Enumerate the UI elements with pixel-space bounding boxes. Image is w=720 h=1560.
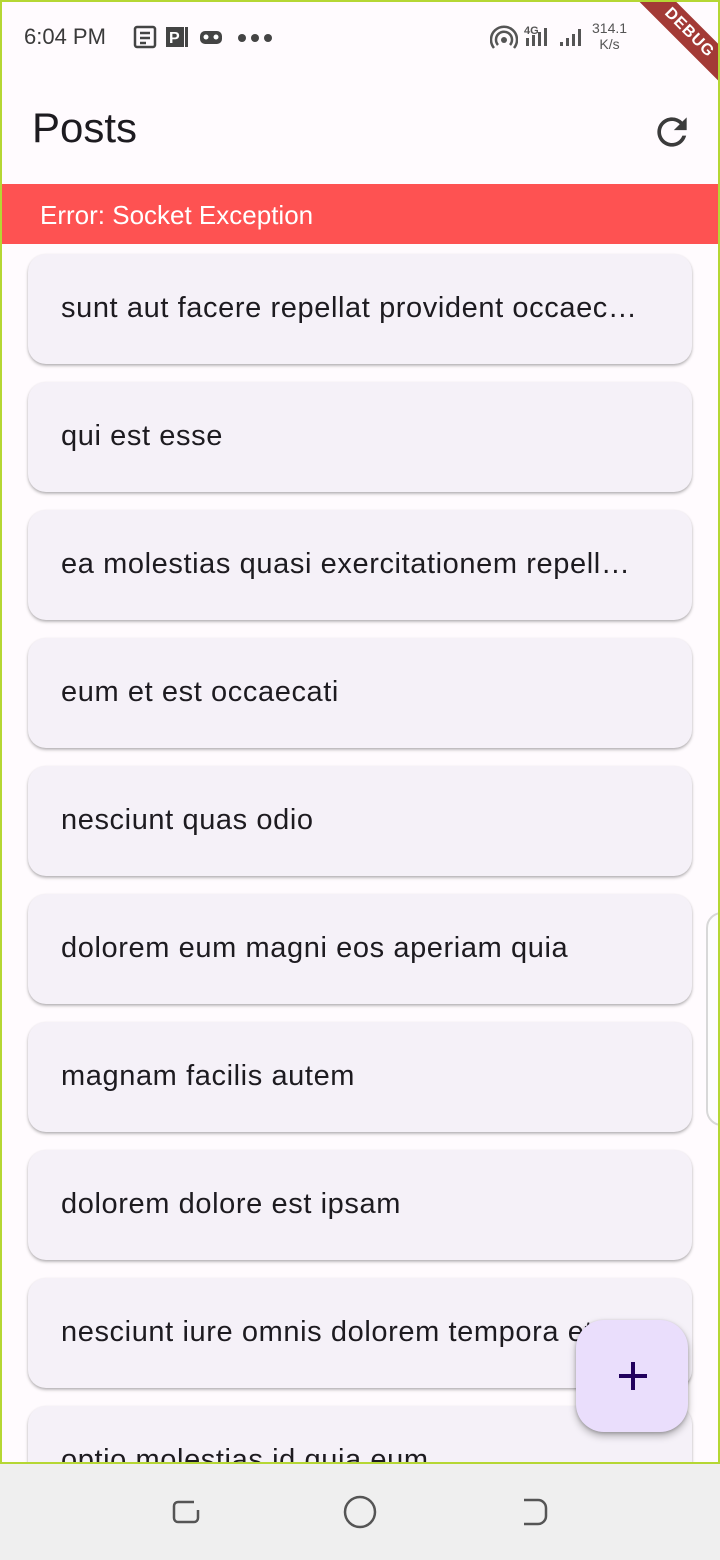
add-post-button[interactable] (576, 1320, 688, 1432)
hotspot-icon (490, 25, 518, 49)
post-card[interactable]: eum et est occaecati (28, 638, 692, 748)
post-title: magnam facilis autem (61, 1060, 356, 1092)
post-card[interactable]: dolorem dolore est ipsam (28, 1150, 692, 1260)
add-icon (619, 1362, 647, 1390)
signal-4g-icon: 4G (524, 25, 547, 46)
more-icon (238, 34, 272, 42)
refresh-icon[interactable] (650, 110, 694, 154)
app-bar: Posts (2, 74, 718, 184)
network-speed-unit: K/s (599, 36, 620, 52)
error-banner: Error: Socket Exception (2, 184, 718, 244)
status-bar: 6:04 PM P 4G 314.1 K/s DEBUG (2, 2, 718, 96)
gamepad-icon (200, 31, 222, 44)
parking-icon: P (166, 27, 188, 47)
post-title: qui est esse (61, 420, 223, 452)
post-card[interactable]: ea molestias quasi exercitationem repell… (28, 510, 692, 620)
post-title: nesciunt iure omnis dolorem tempora et a… (61, 1316, 641, 1348)
error-message: Error: Socket Exception (40, 200, 314, 230)
post-title: nesciunt quas odio (61, 804, 314, 836)
svg-text:4G: 4G (524, 25, 539, 37)
page-title: Posts (32, 104, 138, 151)
back-icon[interactable] (516, 1494, 552, 1530)
system-nav-bar (0, 1464, 720, 1560)
post-title: eum et est occaecati (61, 676, 339, 708)
svg-text:P: P (169, 30, 180, 47)
network-speed-value: 314.1 (592, 20, 628, 36)
recents-icon[interactable] (168, 1494, 204, 1530)
post-title: ea molestias quasi exercitationem repell… (61, 548, 641, 580)
post-title: sunt aut facere repellat provident occae… (61, 292, 641, 324)
post-card[interactable]: magnam facilis autem (28, 1022, 692, 1132)
post-card[interactable]: dolorem eum magni eos aperiam quia (28, 894, 692, 1004)
home-icon[interactable] (342, 1494, 378, 1530)
status-time: 6:04 PM (24, 24, 106, 49)
device: 6:04 PM P 4G 314.1 K/s DEBUG Posts Error… (0, 0, 720, 1560)
app-screen: 6:04 PM P 4G 314.1 K/s DEBUG Posts Error… (0, 0, 720, 1464)
edge-panel-handle[interactable] (706, 912, 718, 1126)
post-card[interactable]: nesciunt quas odio (28, 766, 692, 876)
signal-icon (560, 29, 581, 46)
news-icon (133, 25, 157, 49)
network-speed: 314.1 K/s (592, 20, 627, 52)
post-card[interactable]: sunt aut facere repellat provident occae… (28, 254, 692, 364)
post-title: dolorem eum magni eos aperiam quia (61, 932, 569, 964)
post-card[interactable]: qui est esse (28, 382, 692, 492)
post-title: optio molestias id quia eum (61, 1444, 429, 1464)
post-title: dolorem dolore est ipsam (61, 1188, 401, 1220)
